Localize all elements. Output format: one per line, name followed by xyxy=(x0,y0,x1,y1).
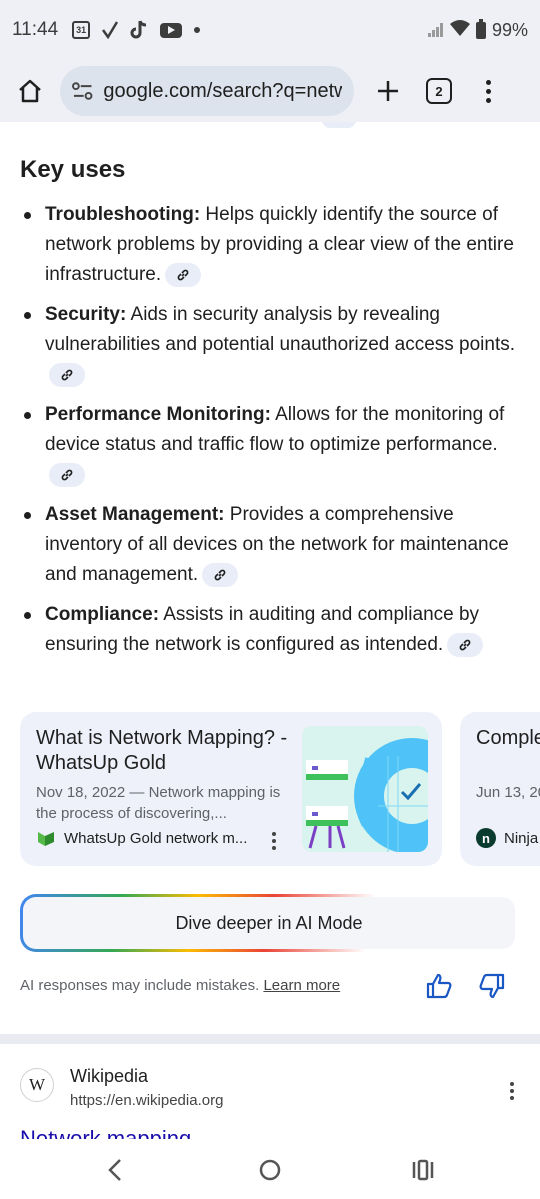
thumbs-up-button[interactable] xyxy=(425,972,453,1000)
source-card[interactable]: What is Network Mapping? - WhatsUp Gold … xyxy=(20,712,442,866)
link-chip[interactable] xyxy=(322,122,356,128)
card-source-name: Ninja xyxy=(504,829,539,847)
source-card[interactable]: Comple Netwo Jun 13, 20 the proce n Ninj… xyxy=(460,712,540,866)
back-button[interactable] xyxy=(102,1157,128,1183)
link-icon xyxy=(459,639,471,651)
whatsup-gold-logo-icon xyxy=(36,828,56,848)
card-source-name: WhatsUp Gold network m... xyxy=(64,829,248,847)
result-more-button[interactable] xyxy=(510,1082,514,1100)
link-icon xyxy=(61,469,73,481)
list-item: Compliance: Assists in auditing and comp… xyxy=(20,600,525,660)
use-term: Performance Monitoring: xyxy=(45,404,271,425)
learn-more-link[interactable]: Learn more xyxy=(263,977,340,994)
battery-icon xyxy=(475,18,486,39)
card-snippet: Nov 18, 2022 — Network mapping is the pr… xyxy=(36,784,281,822)
card-thumbnail xyxy=(302,726,428,852)
signal-icon xyxy=(427,23,444,37)
tiktok-icon xyxy=(130,20,148,40)
card-snippet: Jun 13, 20 the proce xyxy=(476,784,540,801)
wikipedia-logo-icon: W xyxy=(20,1068,54,1102)
site-settings-icon[interactable] xyxy=(72,81,93,101)
result-site-name[interactable]: Wikipedia xyxy=(70,1066,148,1087)
card-title[interactable]: Comple Netwo xyxy=(476,726,540,751)
dive-deeper-button[interactable]: Dive deeper in AI Mode xyxy=(20,894,518,952)
recents-icon xyxy=(412,1159,434,1181)
recents-button[interactable] xyxy=(410,1157,436,1183)
address-bar[interactable]: google.com/search?q=netw xyxy=(60,66,354,116)
use-term: Compliance: xyxy=(45,604,160,625)
result-title-link[interactable]: Network mapping xyxy=(20,1126,191,1139)
thumbs-down-button[interactable] xyxy=(478,972,506,1000)
link-icon xyxy=(177,269,189,281)
ninjaone-logo-icon: n xyxy=(476,828,496,848)
use-term: Security: xyxy=(45,304,127,325)
link-icon xyxy=(61,369,73,381)
url-text[interactable]: google.com/search?q=netw xyxy=(103,80,342,103)
source-link-button[interactable] xyxy=(447,632,484,657)
list-item: Asset Management: Provides a comprehensi… xyxy=(20,500,525,590)
source-link-button[interactable] xyxy=(49,362,85,387)
notification-dot-icon xyxy=(194,27,201,33)
list-item: Performance Monitoring: Allows for the m… xyxy=(20,400,525,490)
section-divider xyxy=(0,1034,540,1044)
card-title[interactable]: What is Network Mapping? - WhatsUp Gold xyxy=(36,726,298,776)
result-url[interactable]: https://en.wikipedia.org xyxy=(70,1092,223,1109)
list-item: Security: Aids in security analysis by r… xyxy=(20,300,525,390)
plus-icon xyxy=(378,81,398,101)
source-cards-carousel[interactable]: What is Network Mapping? - WhatsUp Gold … xyxy=(20,712,540,868)
new-tab-button[interactable] xyxy=(370,73,406,109)
browser-toolbar: google.com/search?q=netw 2 xyxy=(0,60,540,122)
link-icon xyxy=(214,569,226,581)
status-bar: 11:44 31 99% xyxy=(0,0,540,60)
more-menu-button[interactable] xyxy=(478,79,498,103)
source-link-button[interactable] xyxy=(165,262,202,287)
calendar-icon: 31 xyxy=(72,21,91,39)
home-nav-button[interactable] xyxy=(257,1157,283,1183)
use-term: Asset Management: xyxy=(45,504,225,525)
card-source: WhatsUp Gold network m... xyxy=(36,828,247,848)
system-nav-bar xyxy=(0,1139,540,1199)
battery-level: 99% xyxy=(491,19,528,40)
thumbs-up-icon xyxy=(426,973,452,999)
home-button[interactable] xyxy=(10,71,50,111)
wifi-icon xyxy=(449,19,470,41)
section-title: Key uses xyxy=(20,156,126,183)
source-link-button[interactable] xyxy=(202,562,239,587)
home-icon xyxy=(19,79,41,103)
home-circle-icon xyxy=(259,1159,281,1181)
tab-switcher-button[interactable]: 2 xyxy=(426,78,452,104)
check-icon xyxy=(102,21,119,39)
status-time: 11:44 xyxy=(12,19,59,40)
source-link-button[interactable] xyxy=(49,462,85,487)
network-illustration-icon xyxy=(302,726,428,852)
disclaimer-text: AI responses may include mistakes. xyxy=(20,977,264,994)
youtube-icon xyxy=(160,22,183,38)
list-item: Troubleshooting: Helps quickly identify … xyxy=(20,200,525,290)
key-uses-list: Troubleshooting: Helps quickly identify … xyxy=(20,200,525,670)
back-chevron-icon xyxy=(108,1159,121,1181)
thumbs-down-icon xyxy=(479,973,505,999)
ai-disclaimer: AI responses may include mistakes. Learn… xyxy=(20,977,340,994)
use-term: Troubleshooting: xyxy=(45,204,201,225)
card-source: n Ninja xyxy=(476,828,538,848)
card-more-button[interactable] xyxy=(272,832,278,850)
search-content: Key uses Troubleshooting: Helps quickly … xyxy=(0,122,540,1139)
